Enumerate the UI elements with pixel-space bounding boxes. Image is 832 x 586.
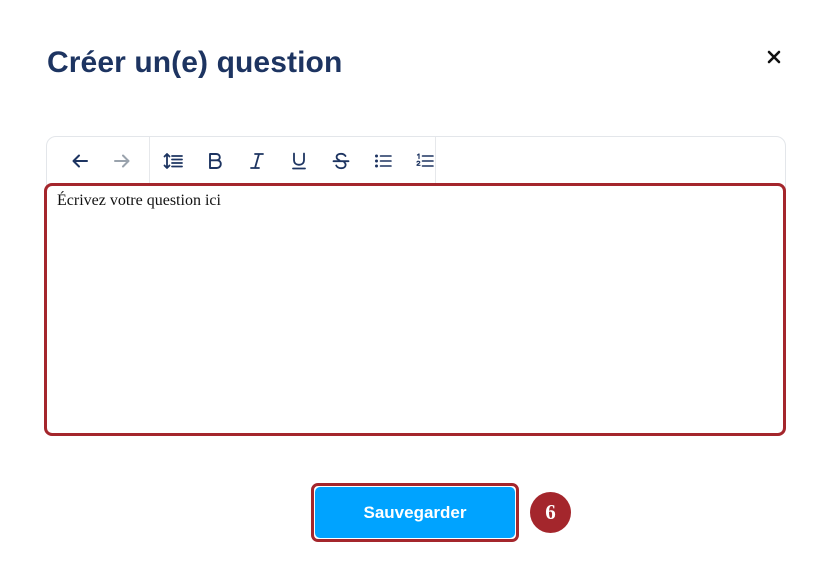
format-group [150,137,446,184]
italic-icon [249,152,265,170]
bullet-list-button[interactable] [362,137,404,184]
strikethrough-icon [332,152,350,170]
redo-button[interactable] [101,137,143,184]
strikethrough-button[interactable] [320,137,362,184]
line-height-button[interactable] [152,137,194,184]
question-text-area[interactable]: Écrivez votre question ici [44,183,786,436]
question-placeholder: Écrivez votre question ici [57,192,221,209]
italic-button[interactable] [236,137,278,184]
line-height-icon [163,152,183,170]
numbered-list-icon [416,152,434,169]
history-group [47,137,150,184]
underline-icon [291,152,307,170]
arrow-left-icon [71,153,89,169]
close-button[interactable] [760,43,788,71]
underline-button[interactable] [278,137,320,184]
undo-button[interactable] [59,137,101,184]
arrow-right-icon [113,153,131,169]
step-badge: 6 [530,492,571,533]
modal-title: Créer un(e) question [47,46,343,79]
close-icon [767,50,781,64]
bold-icon [207,152,223,170]
save-button[interactable]: Sauvegarder [315,487,515,538]
bold-button[interactable] [194,137,236,184]
bullet-list-icon [374,153,392,169]
editor-toolbar [47,137,436,184]
numbered-list-button[interactable] [404,137,446,184]
